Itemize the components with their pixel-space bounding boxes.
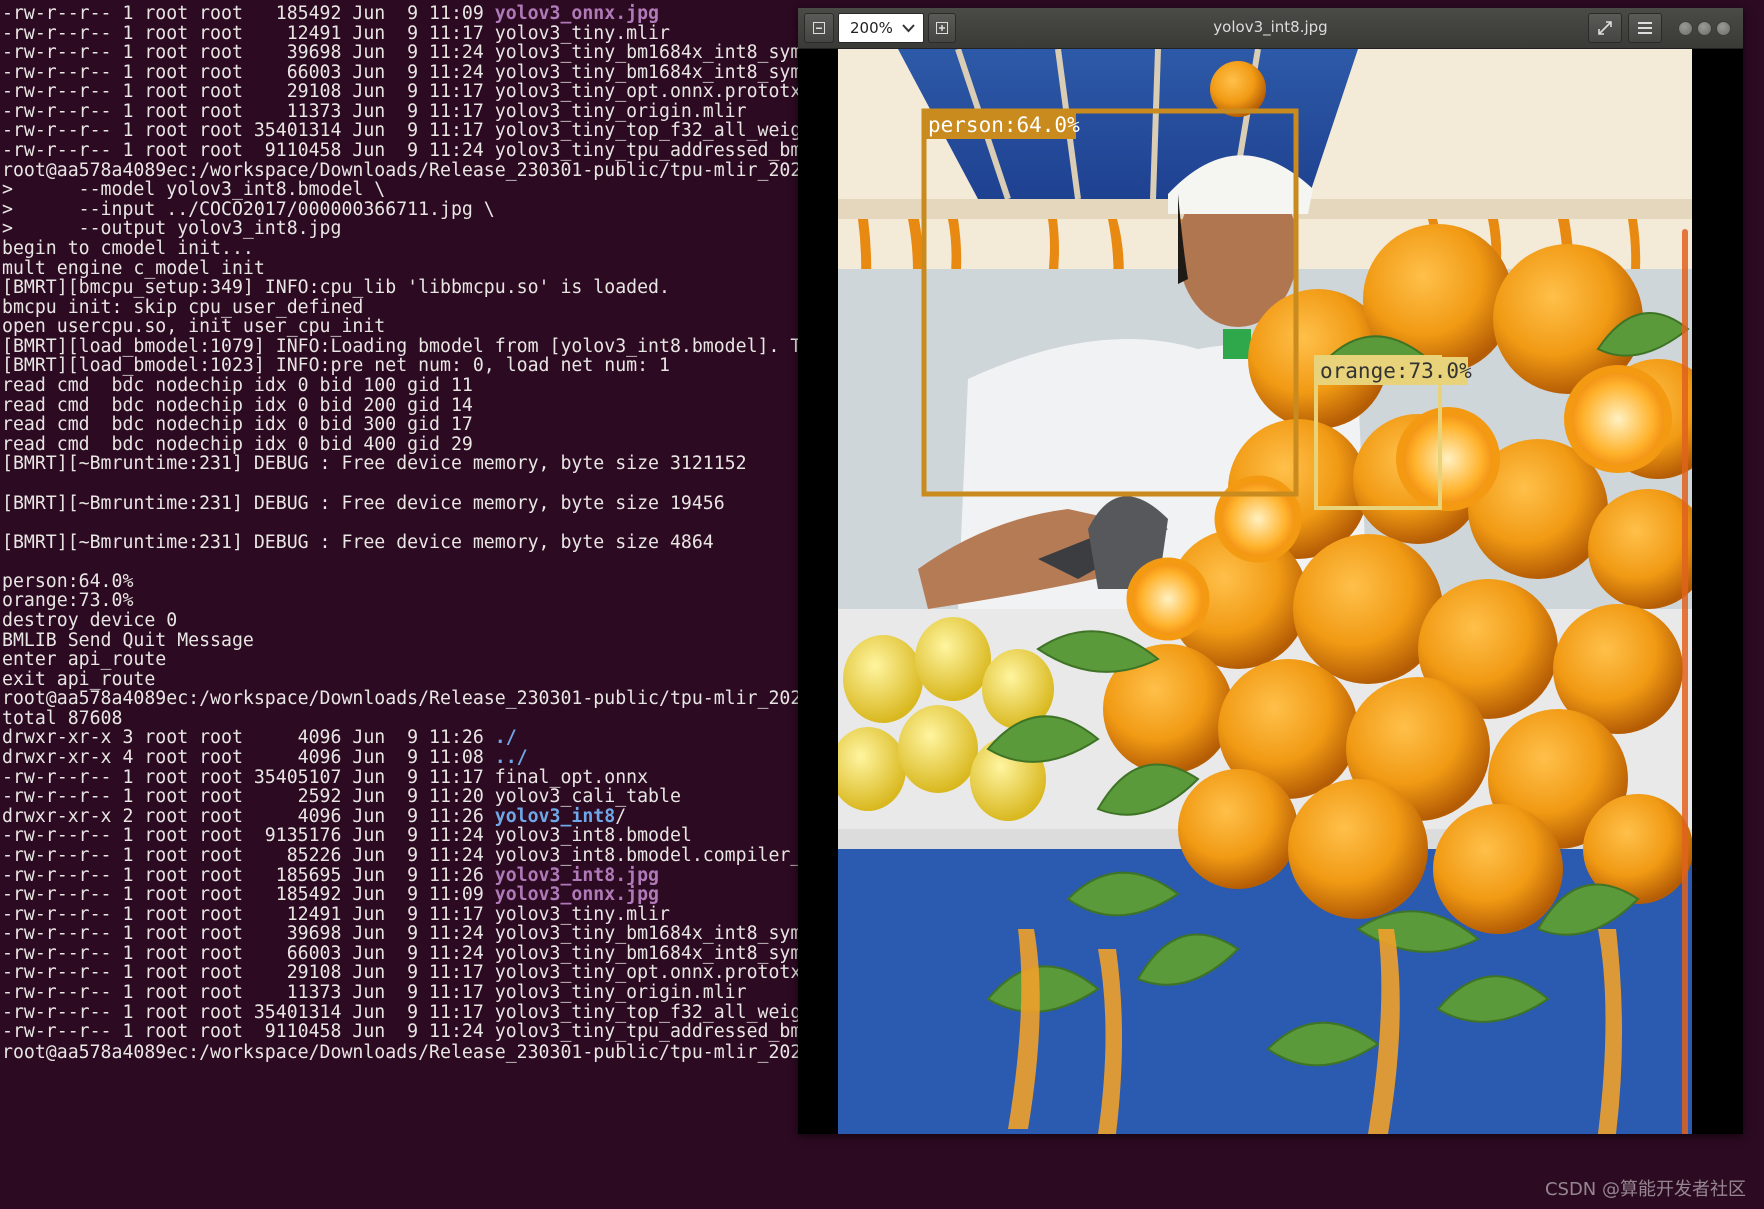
directory-name: yolov3_int8 [494, 805, 616, 827]
terminal-text: -rw-r--r-- 1 root root 35401314 Jun 9 11… [2, 120, 868, 142]
expand-icon [1598, 21, 1612, 35]
viewer-titlebar[interactable]: 200% yolov3_int8.jpg [798, 8, 1743, 49]
terminal-line: [BMRT][~Bmruntime:231] DEBUG : Free devi… [2, 493, 725, 515]
terminal-text: bmcpu init: skip cpu_user_defined [2, 296, 364, 318]
terminal-text: -rw-r--r-- 1 root root 66003 Jun 9 11:24… [2, 942, 900, 964]
terminal-text: > --input ../COCO2017/000000366711.jpg \ [2, 198, 495, 220]
terminal-text: -rw-r--r-- 1 root root 29108 Jun 9 11:17… [2, 962, 813, 984]
terminal-text: -rw-r--r-- 1 root root 35401314 Jun 9 11… [2, 1001, 868, 1023]
terminal-text: -rw-r--r-- 1 root root 66003 Jun 9 11:24… [2, 61, 900, 83]
terminal-text: drwxr-xr-x 2 root root 4096 Jun 9 11:26 [2, 805, 495, 827]
terminal-text: -rw-r--r-- 1 root root 29108 Jun 9 11:17… [2, 81, 813, 103]
terminal-text: exit api_route [2, 668, 156, 690]
terminal-text: -rw-r--r-- 1 root root 12491 Jun 9 11:17… [2, 903, 670, 925]
image-file-name: yolov3_int8.jpg [494, 864, 659, 886]
terminal-text: -rw-r--r-- 1 root root 185695 Jun 9 11:2… [2, 864, 495, 886]
displayed-image: person:64.0% orange:73.0% [838, 49, 1692, 1134]
terminal-text: open usercpu.so, init user_cpu_init [2, 316, 386, 338]
terminal-text: [BMRT][~Bmruntime:231] DEBUG : Free devi… [2, 492, 725, 514]
image-viewer-window[interactable]: 200% yolov3_int8.jpg person:64.0% orange… [798, 8, 1743, 1134]
terminal-text: [BMRT][load_bmodel:1023] INFO:pre net nu… [2, 355, 670, 377]
maximize-button[interactable] [1697, 21, 1712, 36]
terminal-text: -rw-r--r-- 1 root root 39698 Jun 9 11:24… [2, 923, 922, 945]
terminal-text: mult engine c_model init [2, 257, 265, 279]
terminal-text: / [615, 805, 627, 827]
terminal-text: -rw-r--r-- 1 root root 12491 Jun 9 11:17… [2, 22, 670, 44]
detection-label-orange: orange:73.0% [1320, 359, 1472, 383]
terminal-text: drwxr-xr-x 4 root root 4096 Jun 9 11:08 [2, 747, 495, 769]
detection-label-person: person:64.0% [928, 113, 1080, 137]
terminal-text: -rw-r--r-- 1 root root 185492 Jun 9 11:0… [2, 3, 495, 24]
terminal-text: drwxr-xr-x 3 root root 4096 Jun 9 11:26 [2, 727, 495, 749]
terminal-text: > --model yolov3_int8.bmodel \ [2, 179, 386, 201]
terminal-text: > --output yolov3_int8.jpg [2, 218, 342, 240]
terminal-text: -rw-r--r-- 1 root root 11373 Jun 9 11:17… [2, 982, 747, 1003]
hamburger-menu-icon [1638, 22, 1652, 34]
terminal-text: -rw-r--r-- 1 root root 185492 Jun 9 11:0… [2, 884, 495, 906]
terminal-text: -rw-r--r-- 1 root root 11373 Jun 9 11:17… [2, 100, 747, 122]
terminal-line: [BMRT][~Bmruntime:231] DEBUG : Free devi… [2, 532, 714, 554]
minimize-button[interactable] [1678, 21, 1693, 36]
terminal-text: read cmd bdc nodechip idx 0 bid 200 gid … [2, 394, 473, 416]
terminal-text: -rw-r--r-- 1 root root 2592 Jun 9 11:20 … [2, 786, 681, 808]
terminal-line: [BMRT][~Bmruntime:231] DEBUG : Free devi… [2, 453, 747, 475]
photo-orange-stand [838, 49, 1692, 1134]
close-button[interactable] [1716, 21, 1731, 36]
terminal-text: -rw-r--r-- 1 root root 39698 Jun 9 11:24… [2, 42, 922, 64]
terminal-text: [BMRT][~Bmruntime:231] DEBUG : Free devi… [2, 453, 747, 475]
csdn-watermark: CSDN @算能开发者社区 [1544, 1179, 1746, 1200]
terminal-text: -rw-r--r-- 1 root root 9135176 Jun 9 11:… [2, 825, 692, 847]
terminal-text: read cmd bdc nodechip idx 0 bid 300 gid … [2, 414, 473, 436]
terminal-text: read cmd bdc nodechip idx 0 bid 400 gid … [2, 433, 473, 455]
terminal-text: total 87608 [2, 707, 123, 729]
terminal-text: [BMRT][~Bmruntime:231] DEBUG : Free devi… [2, 531, 714, 553]
vertical-scrollbar[interactable] [1682, 229, 1688, 1134]
terminal-text: person:64.0% [2, 570, 134, 592]
terminal-text: read cmd bdc nodechip idx 0 bid 100 gid … [2, 375, 473, 397]
image-file-name: yolov3_onnx.jpg [494, 884, 659, 906]
directory-name: ../ [494, 747, 528, 769]
terminal-text: destroy device 0 [2, 609, 178, 631]
terminal-text: BMLIB Send Quit Message [2, 629, 254, 651]
terminal-text: [BMRT][bmcpu_setup:349] INFO:cpu_lib 'li… [2, 277, 670, 299]
fullscreen-button[interactable] [1588, 13, 1622, 43]
terminal-text: enter api_route [2, 649, 167, 671]
terminal-text: orange:73.0% [2, 590, 134, 612]
menu-button[interactable] [1628, 13, 1662, 43]
image-file-name: yolov3_onnx.jpg [494, 3, 659, 24]
terminal-text: begin to cmodel init... [2, 237, 254, 259]
terminal-text: -rw-r--r-- 1 root root 35405107 Jun 9 11… [2, 766, 649, 788]
directory-name: ./ [494, 727, 517, 749]
